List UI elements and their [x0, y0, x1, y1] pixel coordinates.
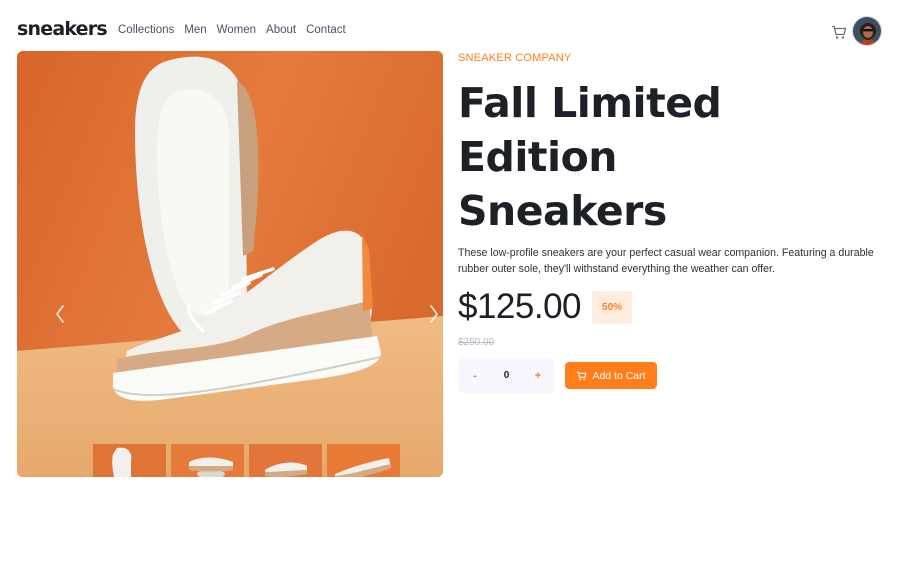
main-product-image[interactable] — [17, 51, 443, 477]
nav-link-about[interactable]: About — [266, 24, 296, 36]
thumbnail-strip — [93, 444, 400, 477]
user-avatar[interactable] — [852, 16, 882, 46]
nav-link-men[interactable]: Men — [184, 24, 206, 36]
cart-icon — [577, 370, 587, 380]
thumbnail-image — [93, 444, 166, 477]
product-title-line-1: Fall Limited Edition — [458, 79, 722, 181]
product-gallery — [17, 51, 443, 477]
cart-button[interactable] — [829, 22, 849, 42]
quantity-value: 0 — [503, 370, 510, 381]
thumbnail-1[interactable] — [93, 444, 166, 477]
discount-badge: 50% — [592, 290, 633, 324]
nav-link-contact[interactable]: Contact — [306, 24, 346, 36]
nav-link-collections[interactable]: Collections — [118, 24, 174, 36]
site-logo[interactable]: sneakers — [17, 18, 108, 40]
add-to-cart-button[interactable]: Add to Cart — [565, 362, 657, 389]
product-description: These low-profile sneakers are your perf… — [458, 247, 874, 275]
brand-label: SNEAKER COMPANY — [458, 52, 572, 64]
product-title: Fall Limited Edition Sneakers — [458, 76, 878, 238]
chevron-left-icon — [56, 305, 64, 323]
prev-image-button[interactable] — [49, 301, 71, 327]
decrement-button[interactable]: - — [468, 370, 482, 382]
thumbnail-image — [171, 444, 244, 477]
add-to-cart-label: Add to Cart — [592, 369, 646, 382]
quantity-stepper: - 0 + — [458, 358, 555, 393]
price-row: $125.00 50% — [458, 287, 878, 327]
current-price: $125.00 — [458, 287, 582, 326]
next-image-button[interactable] — [423, 301, 443, 327]
thumbnail-2[interactable] — [171, 444, 244, 477]
product-title-line-2: Sneakers — [458, 187, 667, 235]
cart-icon — [832, 25, 847, 39]
thumbnail-3[interactable] — [249, 444, 322, 477]
nav-link-women[interactable]: Women — [217, 24, 256, 36]
purchase-actions: - 0 + Add to Cart — [458, 358, 878, 393]
increment-button[interactable]: + — [531, 370, 545, 382]
thumbnail-4[interactable] — [327, 444, 400, 477]
product-details: SNEAKER COMPANY Fall Limited Edition Sne… — [458, 52, 878, 393]
thumbnail-image — [327, 444, 400, 477]
main-nav: Collections Men Women About Contact — [118, 24, 346, 36]
original-price: $250.00 — [458, 337, 495, 348]
avatar-image — [853, 17, 881, 45]
chevron-right-icon — [430, 305, 438, 323]
thumbnail-image — [249, 444, 322, 477]
